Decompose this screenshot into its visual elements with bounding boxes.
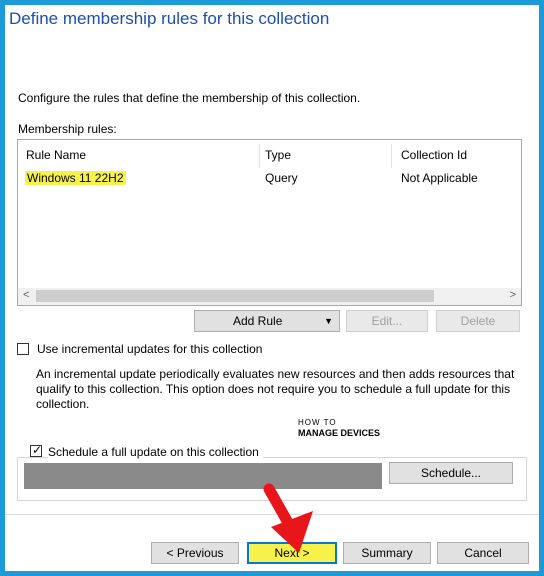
watermark-line2: MANAGE DEVICES (298, 428, 381, 438)
incremental-updates-label[interactable]: Use incremental updates for this collect… (37, 342, 262, 356)
column-divider[interactable] (259, 144, 260, 168)
wizard-page: Define membership rules for this collect… (5, 5, 539, 571)
edit-button[interactable]: Edit... (346, 310, 428, 332)
annotation-arrow-icon (263, 483, 313, 553)
column-header-rule-name[interactable]: Rule Name (26, 148, 86, 162)
full-update-checkbox[interactable]: ✓ (30, 443, 43, 457)
previous-button[interactable]: < Previous (151, 542, 239, 564)
rule-collection-id-cell[interactable]: Not Applicable (401, 171, 478, 185)
membership-rules-list[interactable]: Rule Name Type Collection Id Windows 11 … (17, 139, 522, 306)
page-description: Configure the rules that define the memb… (18, 91, 361, 105)
page-title: Define membership rules for this collect… (9, 9, 330, 28)
cancel-button[interactable]: Cancel (437, 542, 529, 564)
schedule-summary-redacted (24, 463, 382, 489)
incremental-updates-checkbox[interactable] (17, 343, 29, 355)
horizontal-scrollbar[interactable]: < > (18, 288, 521, 305)
column-header-collection-id[interactable]: Collection Id (401, 148, 467, 162)
incremental-update-note: An incremental update periodically evalu… (36, 367, 515, 411)
schedule-button[interactable]: Schedule... (389, 462, 513, 484)
watermark-logo: HOW TO MANAGE DEVICES (298, 418, 380, 438)
scrollbar-thumb[interactable] (36, 290, 434, 302)
add-rule-button[interactable]: Add Rule ▼ (194, 310, 340, 332)
delete-button[interactable]: Delete (436, 310, 520, 332)
column-divider[interactable] (391, 144, 392, 168)
rule-type-cell[interactable]: Query (265, 171, 298, 185)
rule-name-cell[interactable]: Windows 11 22H2 (25, 171, 126, 185)
add-rule-label: Add Rule (233, 314, 283, 328)
checkmark-icon: ✓ (32, 443, 43, 457)
full-update-label[interactable]: Schedule a full update on this collectio… (48, 445, 263, 459)
membership-rules-label: Membership rules: (18, 122, 117, 136)
scroll-right-icon[interactable]: > (510, 289, 516, 301)
dropdown-arrow-icon: ▼ (324, 316, 333, 326)
watermark-line1: HOW TO (298, 418, 337, 427)
column-header-type[interactable]: Type (265, 148, 291, 162)
scroll-left-icon[interactable]: < (23, 289, 29, 301)
summary-button[interactable]: Summary (343, 542, 431, 564)
